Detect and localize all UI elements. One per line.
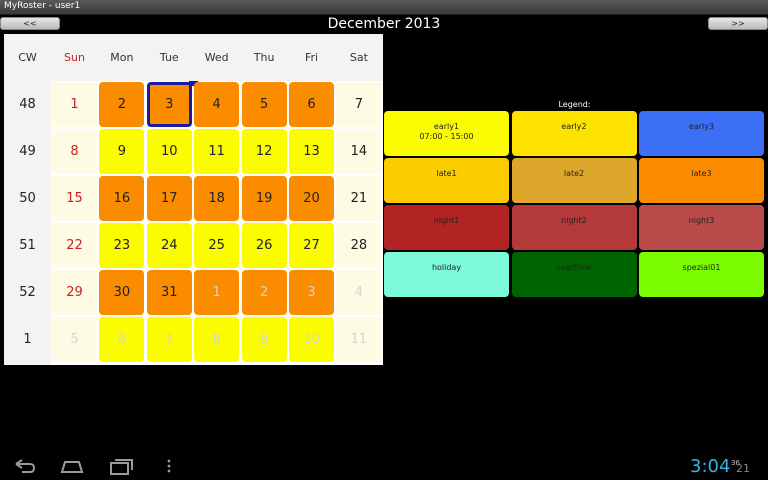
day-cell[interactable]: 7 <box>146 317 192 362</box>
legend-item-label: night1 <box>433 216 460 225</box>
legend-item-label: early1 <box>433 122 460 131</box>
day-cell[interactable]: 2 <box>99 82 145 127</box>
legend-item-night2[interactable]: night2 <box>511 205 637 250</box>
day-cell[interactable]: 16 <box>99 176 145 221</box>
home-icon[interactable] <box>58 456 86 476</box>
back-icon[interactable] <box>10 456 38 476</box>
day-cell[interactable]: 18 <box>194 176 240 221</box>
day-cell[interactable]: 24 <box>146 223 192 268</box>
legend-item-label: night2 <box>561 216 587 225</box>
legend-item-early3[interactable]: early3 <box>639 111 764 156</box>
day-cell[interactable]: 30 <box>99 270 145 315</box>
day-cell[interactable]: 23 <box>99 223 145 268</box>
day-cell[interactable]: 1 <box>52 82 97 127</box>
legend-item-spezial01[interactable]: spezial01 <box>639 252 764 297</box>
day-cell[interactable]: 27 <box>289 223 334 268</box>
day-cell[interactable]: 8 <box>194 317 240 362</box>
day-cell[interactable]: 20 <box>289 176 334 221</box>
legend-item-late1[interactable]: late1 <box>384 158 509 203</box>
menu-icon[interactable] <box>155 456 183 476</box>
day-cell[interactable]: 11 <box>336 317 382 362</box>
day-cell[interactable]: 25 <box>194 223 240 268</box>
day-cell[interactable]: 5 <box>52 317 97 362</box>
day-cell[interactable]: 17 <box>146 176 192 221</box>
legend-item-late2[interactable]: late2 <box>511 158 637 203</box>
day-cell[interactable]: 4 <box>194 82 240 127</box>
day-cell[interactable]: 8 <box>52 129 97 174</box>
header-weekday: Mon <box>110 51 134 64</box>
day-cell[interactable]: 15 <box>52 176 97 221</box>
legend-item-label: holiday <box>431 263 462 272</box>
next-month-button[interactable]: >> <box>708 17 768 30</box>
day-cell[interactable]: 10 <box>289 317 334 362</box>
calendar-week-number: 52 <box>19 285 36 300</box>
legend-item-label: early2 <box>561 122 587 131</box>
day-cell[interactable]: 2 <box>241 270 287 315</box>
day-cell-selected[interactable]: 3 <box>146 82 192 127</box>
header-weekday: Thu <box>253 51 275 64</box>
calendar-week-number: 48 <box>19 97 36 112</box>
header-weekday: Tue <box>159 51 179 64</box>
day-cell[interactable]: 13 <box>289 129 334 174</box>
month-calendar: CW Sun Mon Tue Wed Thu Fri Sat 48 49 50 51 52 1 1234… <box>4 34 383 365</box>
day-cell[interactable]: 26 <box>241 223 287 268</box>
day-cell[interactable]: 10 <box>146 129 192 174</box>
legend-item-time: 07:00 - 15:00 <box>419 132 474 141</box>
day-cell[interactable]: 31 <box>146 270 192 315</box>
prev-month-button[interactable]: << <box>0 17 60 30</box>
day-cell[interactable]: 7 <box>336 82 382 127</box>
header-weekday: Fri <box>304 51 319 64</box>
day-cell[interactable]: 5 <box>241 82 287 127</box>
legend-item-holiday[interactable]: holiday <box>384 252 509 297</box>
calendar-week-number: 49 <box>19 144 36 159</box>
status-clock: 3:04 <box>690 456 731 477</box>
header-weekday: Sat <box>349 51 368 64</box>
recent-apps-icon[interactable] <box>107 456 135 476</box>
day-cell[interactable]: 3 <box>289 270 334 315</box>
header-weekday: Sun <box>64 51 85 64</box>
legend-item-label: late1 <box>436 169 457 178</box>
legend-item-label: late3 <box>691 169 712 178</box>
status-icons: 21 <box>736 462 750 475</box>
window-title: MyRoster - user1 <box>4 1 81 11</box>
legend-item-overtime[interactable]: overtime <box>511 252 637 297</box>
day-cell[interactable]: 1 <box>194 270 240 315</box>
weekday-header: CW Sun Mon Tue Wed Thu Fri Sat <box>4 34 383 81</box>
navigation-bar <box>0 452 768 480</box>
legend-item-late3[interactable]: late3 <box>639 158 764 203</box>
day-cell[interactable]: 11 <box>194 129 240 174</box>
month-title: December 2013 <box>327 16 441 32</box>
calendar-week-number: 50 <box>19 191 36 206</box>
day-cell[interactable]: 9 <box>99 129 145 174</box>
legend-item-label: late2 <box>563 169 585 178</box>
day-cell[interactable]: 22 <box>52 223 97 268</box>
header-cw: CW <box>18 51 37 64</box>
legend-item-label: night3 <box>688 216 715 225</box>
window-titlebar: MyRoster - user1 <box>0 0 768 15</box>
day-cell[interactable]: 28 <box>336 223 382 268</box>
day-cell[interactable]: 4 <box>336 270 382 315</box>
legend-item-night1[interactable]: night1 <box>384 205 509 250</box>
legend-title: Legend: <box>558 100 591 109</box>
day-cell[interactable]: 21 <box>336 176 382 221</box>
day-cell[interactable]: 6 <box>289 82 334 127</box>
day-cell[interactable]: 12 <box>241 129 287 174</box>
day-cell[interactable]: 6 <box>99 317 145 362</box>
legend-item-label: overtime <box>556 263 592 272</box>
calendar-week-number: 1 <box>23 332 32 347</box>
day-cell[interactable]: 14 <box>336 129 382 174</box>
legend-item-early2[interactable]: early2 <box>511 111 637 156</box>
calendar-week-number: 51 <box>19 238 36 253</box>
day-cell[interactable]: 29 <box>52 270 97 315</box>
day-cell[interactable]: 9 <box>241 317 287 362</box>
legend-item-night3[interactable]: night3 <box>639 205 764 250</box>
legend-item-early1[interactable]: early1 07:00 - 15:00 <box>384 111 509 156</box>
day-cell[interactable]: 19 <box>241 176 287 221</box>
header-weekday: Wed <box>204 51 229 64</box>
legend-item-label: early3 <box>688 122 715 131</box>
legend-item-label: spezial01 <box>682 263 721 272</box>
calendar-week-column: 48 49 50 51 52 1 <box>4 81 51 365</box>
